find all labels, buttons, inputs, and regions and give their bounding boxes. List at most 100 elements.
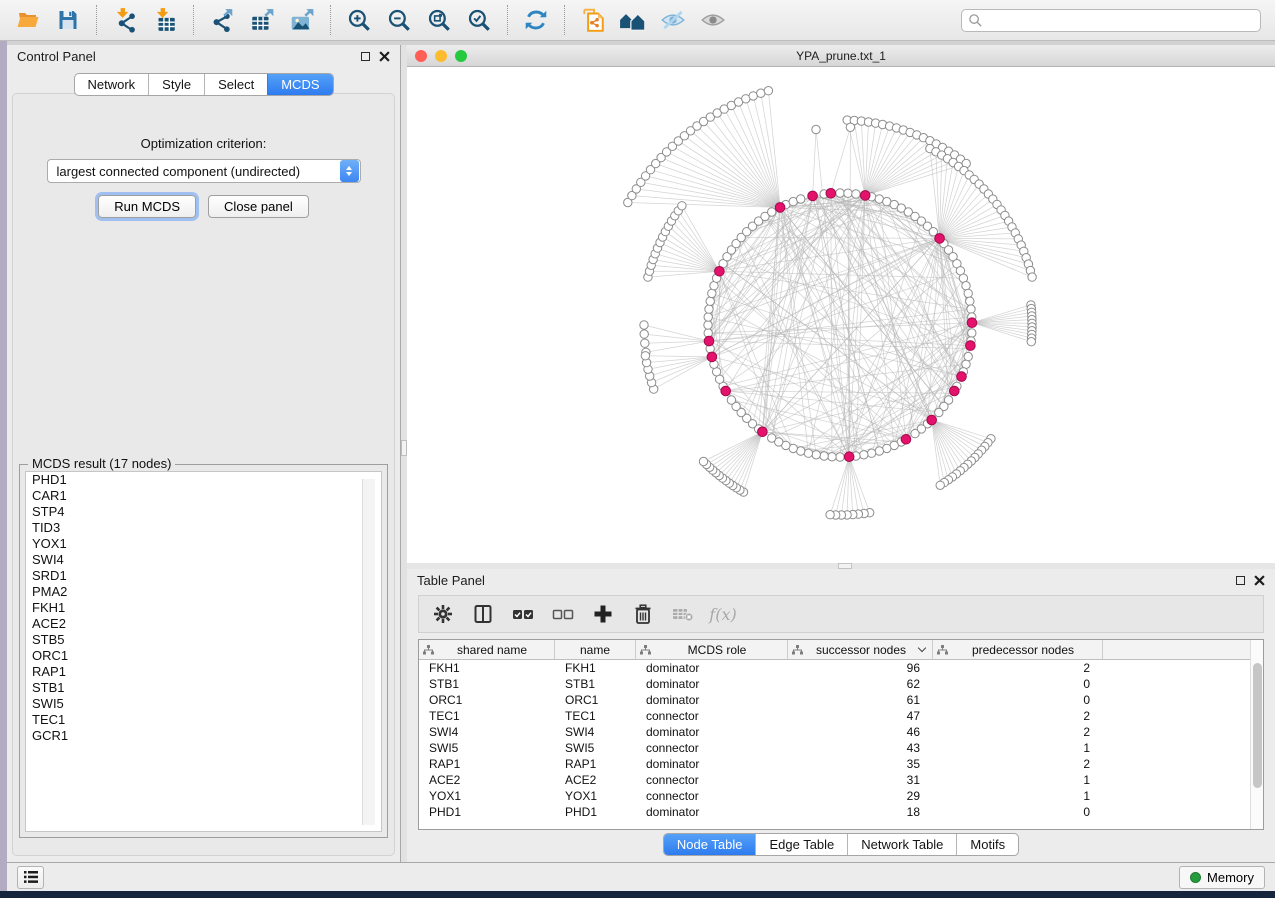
run-mcds-button[interactable]: Run MCDS bbox=[98, 195, 196, 218]
mcds-result-item[interactable]: STB1 bbox=[26, 680, 381, 696]
cell-shared-name: ACE2 bbox=[419, 773, 555, 787]
mcds-result-item[interactable]: SWI5 bbox=[26, 696, 381, 712]
status-bar: Memory bbox=[7, 862, 1275, 891]
export-network-button[interactable] bbox=[202, 3, 242, 37]
cell-shared-name: SWI5 bbox=[419, 741, 555, 755]
mcds-result-item[interactable]: SWI4 bbox=[26, 552, 381, 568]
cell-successor-nodes: 35 bbox=[788, 757, 933, 771]
mcds-result-item[interactable]: STP4 bbox=[26, 504, 381, 520]
search-box bbox=[961, 9, 1261, 32]
close-panel-icon[interactable] bbox=[379, 51, 390, 62]
search-input[interactable] bbox=[983, 13, 1254, 27]
first-neighbors-button[interactable] bbox=[613, 3, 653, 37]
column-header-predecessor-nodes[interactable]: predecessor nodes bbox=[933, 640, 1103, 659]
hide-selected-button[interactable] bbox=[653, 3, 693, 37]
tab-edge-table[interactable]: Edge Table bbox=[755, 834, 847, 855]
show-all-button[interactable] bbox=[693, 3, 733, 37]
column-header-MCDS-role[interactable]: MCDS role bbox=[636, 640, 788, 659]
save-session-button[interactable] bbox=[48, 3, 88, 37]
zoom-selected-button[interactable] bbox=[459, 3, 499, 37]
export-table-button[interactable] bbox=[242, 3, 282, 37]
network-window-titlebar[interactable]: YPA_prune.txt_1 bbox=[407, 45, 1275, 67]
mcds-result-item[interactable]: TID3 bbox=[26, 520, 381, 536]
eye-slash-icon bbox=[660, 7, 686, 33]
mcds-result-item[interactable]: GCR1 bbox=[26, 728, 381, 744]
tab-network-table[interactable]: Network Table bbox=[847, 834, 956, 855]
mcds-result-item[interactable]: PHD1 bbox=[26, 472, 381, 488]
close-panel-icon[interactable] bbox=[1254, 575, 1265, 586]
table-row[interactable]: SWI5SWI5connector431 bbox=[419, 740, 1263, 756]
tab-mcds[interactable]: MCDS bbox=[267, 74, 332, 95]
table-row[interactable]: YOX1YOX1connector291 bbox=[419, 788, 1263, 804]
column-header-shared-name[interactable]: shared name bbox=[419, 640, 555, 659]
table-body: FKH1FKH1dominator962STB1STB1dominator620… bbox=[419, 660, 1263, 820]
table-row[interactable]: TEC1TEC1connector472 bbox=[419, 708, 1263, 724]
add-column-button[interactable] bbox=[591, 602, 615, 626]
export-image-button[interactable] bbox=[282, 3, 322, 37]
mcds-result-item[interactable]: SRD1 bbox=[26, 568, 381, 584]
list-scrollbar-track[interactable] bbox=[362, 479, 375, 825]
zoom-in-icon bbox=[346, 7, 372, 33]
mcds-result-item[interactable]: ORC1 bbox=[26, 648, 381, 664]
cell-MCDS-role: dominator bbox=[636, 757, 788, 771]
mcds-result-item[interactable]: CAR1 bbox=[26, 488, 381, 504]
float-panel-icon[interactable] bbox=[1236, 576, 1245, 585]
delete-columns-button[interactable] bbox=[631, 602, 655, 626]
tab-motifs[interactable]: Motifs bbox=[956, 834, 1018, 855]
apply-layout-button[interactable] bbox=[516, 3, 556, 37]
zoom-fit-button[interactable] bbox=[419, 3, 459, 37]
cell-predecessor-nodes: 0 bbox=[933, 805, 1103, 819]
zoom-out-button[interactable] bbox=[379, 3, 419, 37]
table-row[interactable]: ORC1ORC1dominator610 bbox=[419, 692, 1263, 708]
zoom-in-button[interactable] bbox=[339, 3, 379, 37]
function-builder-button[interactable]: f(x) bbox=[711, 602, 735, 626]
mcds-result-item[interactable]: STB5 bbox=[26, 632, 381, 648]
close-panel-button[interactable]: Close panel bbox=[208, 195, 309, 218]
table-row[interactable]: ACE2ACE2connector311 bbox=[419, 772, 1263, 788]
tab-network[interactable]: Network bbox=[74, 74, 148, 95]
unselect-all-rows-button[interactable] bbox=[551, 602, 575, 626]
select-all-rows-button[interactable] bbox=[511, 602, 535, 626]
delete-table-button[interactable] bbox=[671, 602, 695, 626]
cell-shared-name: PHD1 bbox=[419, 805, 555, 819]
mcds-result-list: PHD1CAR1STP4TID3YOX1SWI4SRD1PMA2FKH1ACE2… bbox=[25, 471, 382, 832]
table-row[interactable]: SWI4SWI4dominator462 bbox=[419, 724, 1263, 740]
cell-shared-name: ORC1 bbox=[419, 693, 555, 707]
mcds-result-item[interactable]: PMA2 bbox=[26, 584, 381, 600]
open-file-button[interactable] bbox=[8, 3, 48, 37]
mcds-result-item[interactable]: ACE2 bbox=[26, 616, 381, 632]
clone-network-button[interactable] bbox=[573, 3, 613, 37]
column-header-name[interactable]: name bbox=[555, 640, 636, 659]
network-canvas[interactable] bbox=[407, 67, 1275, 563]
mcds-result-item[interactable]: YOX1 bbox=[26, 536, 381, 552]
node-table: shared namenameMCDS rolesuccessor nodesp… bbox=[418, 639, 1264, 830]
scrollbar-thumb[interactable] bbox=[1253, 663, 1262, 788]
mcds-result-item[interactable]: TEC1 bbox=[26, 712, 381, 728]
memory-button[interactable]: Memory bbox=[1179, 866, 1265, 889]
gear-icon bbox=[432, 603, 454, 625]
tab-node-table[interactable]: Node Table bbox=[664, 834, 756, 855]
cell-name: TEC1 bbox=[555, 709, 636, 723]
mcds-result-item[interactable]: RAP1 bbox=[26, 664, 381, 680]
float-panel-icon[interactable] bbox=[361, 52, 370, 61]
network-graph[interactable] bbox=[407, 67, 1275, 563]
toolbar-separator bbox=[193, 5, 194, 35]
criterion-dropdown[interactable]: largest connected component (undirected) bbox=[47, 159, 361, 183]
column-header-successor-nodes[interactable]: successor nodes bbox=[788, 640, 933, 659]
import-table-button[interactable] bbox=[145, 3, 185, 37]
table-scrollbar[interactable] bbox=[1250, 640, 1263, 829]
task-history-button[interactable] bbox=[17, 866, 44, 889]
table-options-button[interactable] bbox=[431, 602, 455, 626]
table-row[interactable]: STB1STB1dominator620 bbox=[419, 676, 1263, 692]
import-network-button[interactable] bbox=[105, 3, 145, 37]
cell-shared-name: STB1 bbox=[419, 677, 555, 691]
tab-style[interactable]: Style bbox=[148, 74, 204, 95]
export-image-icon bbox=[289, 7, 315, 33]
cell-MCDS-role: dominator bbox=[636, 693, 788, 707]
table-row[interactable]: RAP1RAP1dominator352 bbox=[419, 756, 1263, 772]
tab-select[interactable]: Select bbox=[204, 74, 267, 95]
show-columns-button[interactable] bbox=[471, 602, 495, 626]
table-row[interactable]: PHD1PHD1dominator180 bbox=[419, 804, 1263, 820]
mcds-result-item[interactable]: FKH1 bbox=[26, 600, 381, 616]
table-row[interactable]: FKH1FKH1dominator962 bbox=[419, 660, 1263, 676]
